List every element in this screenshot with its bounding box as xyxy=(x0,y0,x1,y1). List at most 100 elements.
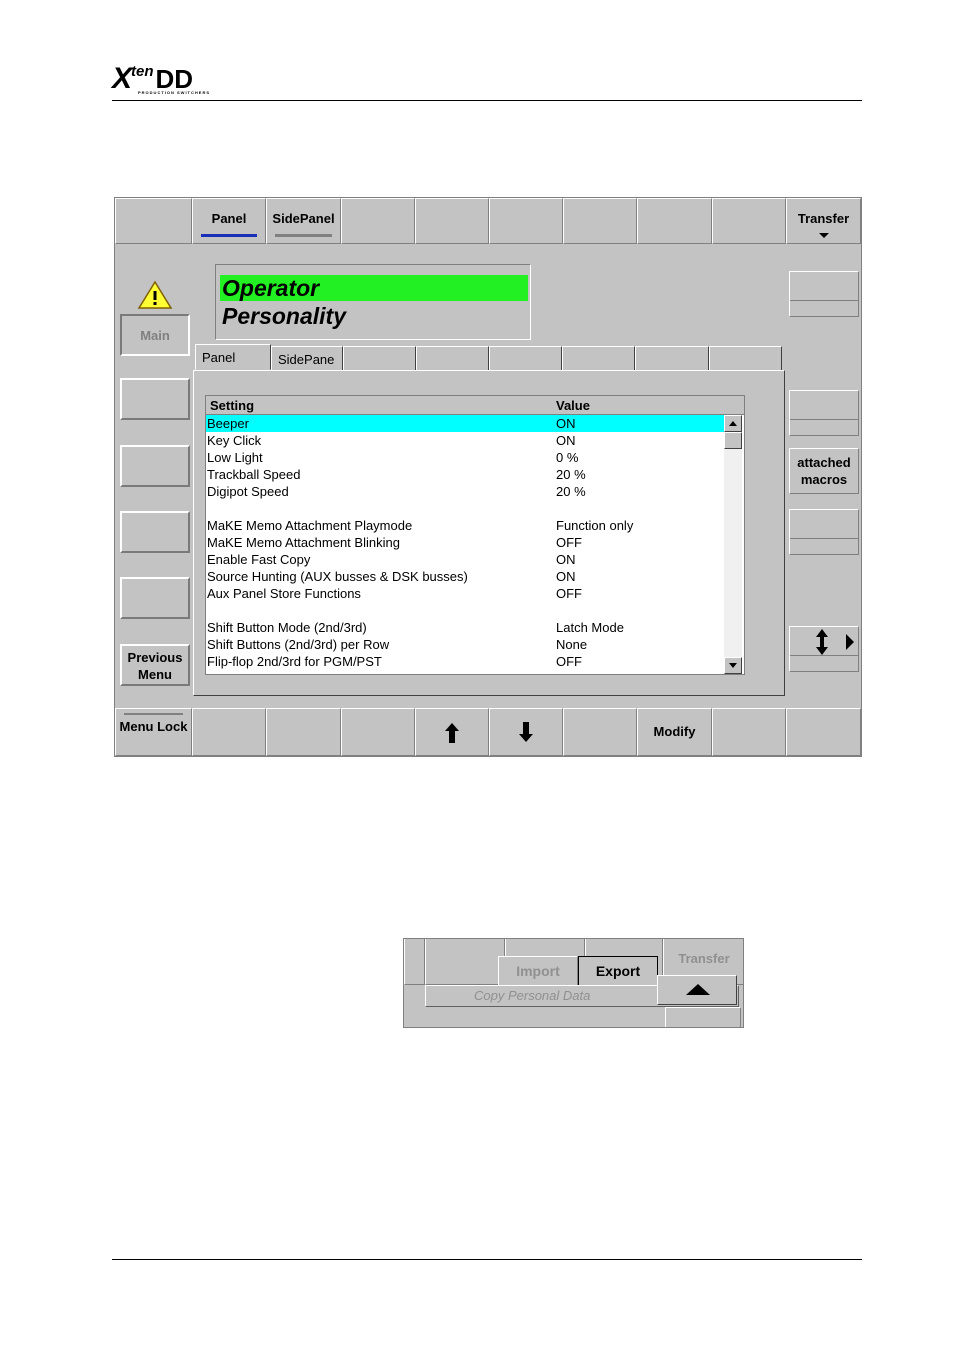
tab-sidepanel[interactable]: SidePane xyxy=(271,346,343,371)
table-row[interactable]: Trackball Speed 20 % xyxy=(206,466,724,483)
popup-bg-cell-2 xyxy=(425,939,505,985)
setting-cell: MaKE Memo Attachment Blinking xyxy=(207,535,400,550)
left-empty-button-2[interactable] xyxy=(120,445,190,487)
inactive-underline xyxy=(275,234,332,237)
vertical-scrollbar[interactable] xyxy=(724,415,742,674)
top-empty-3[interactable] xyxy=(415,198,489,244)
move-down-button[interactable] xyxy=(489,708,563,756)
import-button[interactable]: Import xyxy=(498,956,578,986)
logo-subtitle: PRODUCTION SWITCHERS xyxy=(138,90,210,95)
value-cell: Latch Mode xyxy=(556,620,624,635)
right-empty-button-1[interactable] xyxy=(789,271,859,317)
transfer-popup-screen: Transfer Import Export Copy Personal Dat… xyxy=(403,938,744,1028)
tab-panel-text: Panel xyxy=(202,350,236,365)
import-label: Import xyxy=(516,963,560,979)
tab-empty-5[interactable] xyxy=(635,346,709,371)
setting-cell: Trackball Speed xyxy=(207,467,301,482)
table-row[interactable]: Shift Buttons (2nd/3rd) per Row None xyxy=(206,636,724,653)
attached-macros-button[interactable]: attached macros xyxy=(789,448,859,494)
table-row[interactable] xyxy=(206,500,724,517)
table-row[interactable]: Flip-flop 2nd/3rd for PGM/PST OFF xyxy=(206,653,724,670)
top-empty-4[interactable] xyxy=(489,198,563,244)
tab-empty-1[interactable] xyxy=(343,346,416,371)
top-empty-7[interactable] xyxy=(712,198,786,244)
main-button[interactable]: Main xyxy=(120,314,190,356)
tab-sidepanel-top[interactable]: SidePanel xyxy=(266,198,341,244)
tab-empty-6[interactable] xyxy=(709,346,782,371)
setting-cell: Beeper xyxy=(207,416,249,431)
value-cell: None xyxy=(556,637,588,652)
header-value: Value xyxy=(556,398,590,413)
scroll-up-button[interactable] xyxy=(724,415,742,432)
tab-panel[interactable]: Panel xyxy=(195,344,271,370)
bottom-empty-2[interactable] xyxy=(266,708,341,756)
table-row[interactable]: Key Click ON xyxy=(206,432,724,449)
left-empty-button-1[interactable] xyxy=(120,378,190,420)
transfer-label: Transfer xyxy=(797,211,850,226)
value-cell: 20 % xyxy=(556,484,586,499)
header-rule xyxy=(112,100,862,101)
left-empty-button-4[interactable] xyxy=(120,577,190,619)
setting-cell: Key Click xyxy=(207,433,262,448)
tab-empty-4[interactable] xyxy=(562,346,635,371)
setting-cell: Source Hunting (AUX busses & DSK busses) xyxy=(207,569,468,584)
menu-title-box: Operator Personality xyxy=(215,264,531,340)
bottom-empty-1[interactable] xyxy=(192,708,266,756)
top-empty-2[interactable] xyxy=(341,198,415,244)
bottom-empty-4[interactable] xyxy=(563,708,637,756)
bottom-empty-6[interactable] xyxy=(786,708,861,756)
move-up-button[interactable] xyxy=(415,708,489,756)
value-cell: OFF xyxy=(556,586,582,601)
bottom-empty-3[interactable] xyxy=(341,708,415,756)
value-cell: Function only xyxy=(556,518,634,533)
collapse-button[interactable] xyxy=(657,975,737,1005)
value-cell: 0 % xyxy=(556,450,579,465)
right-empty-button-2[interactable] xyxy=(789,390,859,436)
popup-bg-cell-5 xyxy=(665,1007,741,1027)
top-empty-6[interactable] xyxy=(637,198,712,244)
setting-cell: Shift Button Mode (2nd/3rd) xyxy=(207,620,367,635)
right-empty-button-3[interactable] xyxy=(789,509,859,555)
top-empty-1 xyxy=(115,198,192,244)
table-row[interactable] xyxy=(206,602,724,619)
title-personality: Personality xyxy=(222,303,346,329)
table-row[interactable]: Source Hunting (AUX busses & DSK busses)… xyxy=(206,568,724,585)
operator-personality-screen: Panel SidePanel Transfer Main Previous M… xyxy=(114,197,862,757)
menu-lock-line xyxy=(124,713,183,715)
table-row[interactable]: Enable Fast Copy ON xyxy=(206,551,724,568)
tab-empty-2[interactable] xyxy=(416,346,489,371)
modify-button[interactable]: Modify xyxy=(637,708,712,756)
table-row[interactable]: Digipot Speed 20 % xyxy=(206,483,724,500)
chevron-down-icon xyxy=(819,233,829,238)
scroll-down-button[interactable] xyxy=(724,657,742,674)
value-cell: ON xyxy=(556,569,576,584)
table-row[interactable]: Beeper ON xyxy=(206,415,724,432)
table-row[interactable]: Low Light 0 % xyxy=(206,449,724,466)
logo-ten: ten xyxy=(131,63,154,80)
table-row[interactable]: MaKE Memo Attachment Playmode Function on… xyxy=(206,517,724,534)
scroll-thumb[interactable] xyxy=(724,432,742,449)
top-empty-5[interactable] xyxy=(563,198,637,244)
left-empty-button-3[interactable] xyxy=(120,511,190,553)
tab-sidepanel-text: SidePane xyxy=(278,352,335,367)
table-row[interactable]: Shift Button Mode (2nd/3rd) Latch Mode xyxy=(206,619,724,636)
setting-cell: Shift Buttons (2nd/3rd) per Row xyxy=(207,637,390,652)
bottom-empty-5[interactable] xyxy=(712,708,786,756)
active-underline xyxy=(201,234,257,237)
warning-icon xyxy=(137,280,173,309)
value-cell: 20 % xyxy=(556,467,586,482)
brand-logo: XtenDD PRODUCTION SWITCHERS xyxy=(112,62,209,96)
scroll-mode-button[interactable] xyxy=(789,626,859,672)
tab-empty-3[interactable] xyxy=(489,346,562,371)
table-row[interactable]: Aux Panel Store Functions OFF xyxy=(206,585,724,602)
setting-cell: Aux Panel Store Functions xyxy=(207,586,361,601)
table-row[interactable]: MaKE Memo Attachment Blinking OFF xyxy=(206,534,724,551)
triangle-up-icon xyxy=(686,984,710,995)
arrow-up-icon xyxy=(445,723,459,743)
tab-panel-top[interactable]: Panel xyxy=(192,198,266,244)
menu-lock-button[interactable]: Menu Lock xyxy=(115,708,192,756)
transfer-button[interactable]: Transfer xyxy=(786,198,861,244)
export-button[interactable]: Export xyxy=(578,956,658,986)
previous-menu-button[interactable]: Previous Menu xyxy=(120,644,190,686)
table-header: Setting Value xyxy=(206,396,744,415)
